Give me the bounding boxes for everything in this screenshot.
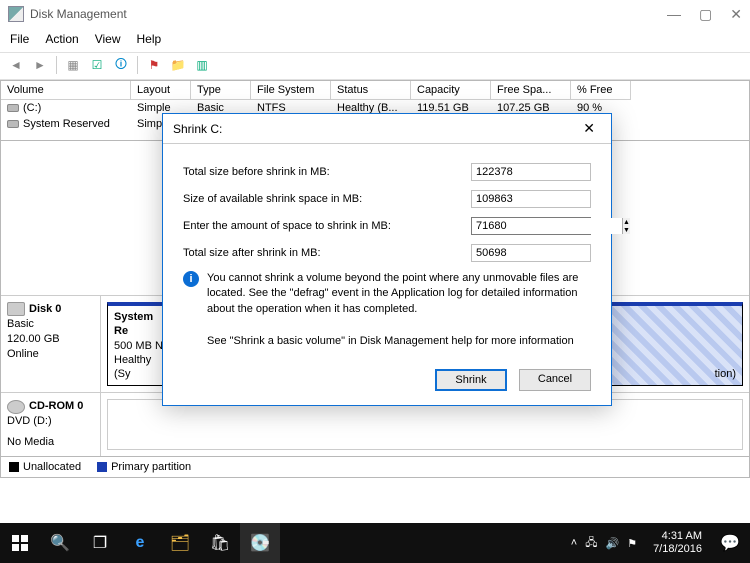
value-available-shrink: 109863 <box>471 190 591 208</box>
toolbar-icon-1[interactable]: ▦ <box>63 55 83 75</box>
nav-back-icon[interactable]: ◄ <box>6 55 26 75</box>
col-capacity[interactable]: Capacity <box>411 81 491 100</box>
partition-line: Healthy (Sy <box>114 354 151 380</box>
col-status[interactable]: Status <box>331 81 411 100</box>
col-layout[interactable]: Layout <box>131 81 191 100</box>
legend-primary: Primary partition <box>111 461 191 473</box>
cdrom-info[interactable]: CD-ROM 0 DVD (D:) No Media <box>1 393 101 456</box>
col-freespace[interactable]: Free Spa... <box>491 81 571 100</box>
disk0-label: Disk 0 <box>29 302 61 317</box>
partition-line: tion) <box>715 367 736 381</box>
label-total-before: Total size before shrink in MB: <box>183 166 471 178</box>
taskview-icon[interactable]: ❐ <box>80 523 120 563</box>
toolbar-icon-6[interactable]: ▥ <box>192 55 212 75</box>
label-enter-shrink: Enter the amount of space to shrink in M… <box>183 220 471 232</box>
menu-action[interactable]: Action <box>45 32 78 46</box>
col-volume[interactable]: Volume <box>1 81 131 100</box>
toolbar-icon-4[interactable]: ⚑ <box>144 55 164 75</box>
cdrom-drive: DVD (D:) <box>7 414 94 429</box>
tray-volume-icon[interactable]: 🔊 <box>605 537 619 550</box>
value-total-before: 122378 <box>471 163 591 181</box>
store-icon[interactable]: 🛍 <box>200 523 240 563</box>
disk0-type: Basic <box>7 317 94 332</box>
menu-bar: File Action View Help <box>0 28 750 52</box>
volume-table-header: Volume Layout Type File System Status Ca… <box>1 81 749 100</box>
disk-icon <box>7 302 25 316</box>
menu-file[interactable]: File <box>10 32 29 46</box>
spinner-down-icon[interactable]: ▼ <box>623 226 630 234</box>
cancel-button[interactable]: Cancel <box>519 369 591 391</box>
disk0-size: 120.00 GB <box>7 332 94 347</box>
edge-icon[interactable]: e <box>120 523 160 563</box>
dialog-title: Shrink C: <box>173 122 577 136</box>
dialog-info: i You cannot shrink a volume beyond the … <box>183 271 591 317</box>
dialog-close-button[interactable]: ✕ <box>577 120 601 137</box>
notifications-icon[interactable]: 💬 <box>710 523 750 563</box>
col-filesystem[interactable]: File System <box>251 81 331 100</box>
toolbar: ◄ ► ▦ ☑ 🛈 ⚑ 📁 ▥ <box>0 52 750 80</box>
cdrom-empty-area <box>107 399 743 450</box>
taskbar-time: 4:31 AM <box>653 530 702 543</box>
taskbar-clock[interactable]: 4:31 AM 7/18/2016 <box>645 530 710 556</box>
spinner-up-icon[interactable]: ▲ <box>623 218 630 226</box>
volume-name: System Reserved <box>23 118 110 130</box>
label-available-shrink: Size of available shrink space in MB: <box>183 193 471 205</box>
disk0-info[interactable]: Disk 0 Basic 120.00 GB Online <box>1 296 101 392</box>
legend-unallocated: Unallocated <box>23 461 81 473</box>
explorer-icon[interactable]: 🗂 <box>160 523 200 563</box>
label-total-after: Total size after shrink in MB: <box>183 247 471 259</box>
value-total-after: 50698 <box>471 244 591 262</box>
start-button[interactable] <box>0 523 40 563</box>
cdrom-label: CD-ROM 0 <box>29 399 83 414</box>
volume-icon <box>7 104 19 112</box>
col-pctfree[interactable]: % Free <box>571 81 631 100</box>
dialog-titlebar: Shrink C: ✕ <box>163 114 611 143</box>
toolbar-divider <box>137 56 138 74</box>
window-title: Disk Management <box>30 7 667 21</box>
tray-flag-icon[interactable]: ⚑ <box>627 537 637 550</box>
shrink-amount-input[interactable] <box>472 218 622 234</box>
toolbar-icon-5[interactable]: 📁 <box>168 55 188 75</box>
tray-chevron-up-icon[interactable]: ˄ <box>571 537 577 549</box>
window-minimize-button[interactable]: — <box>667 6 681 23</box>
info-icon: i <box>183 271 199 287</box>
legend-swatch-primary <box>97 462 107 472</box>
diskmgmt-taskbar-icon[interactable]: 💽 <box>240 523 280 563</box>
toolbar-icon-2[interactable]: ☑ <box>87 55 107 75</box>
partition-title: System Re <box>114 311 153 337</box>
menu-view[interactable]: View <box>95 32 121 46</box>
volume-name: (C:) <box>23 102 41 114</box>
dialog-help-text: See "Shrink a basic volume" in Disk Mana… <box>207 335 591 347</box>
window-close-button[interactable]: ✕ <box>730 6 742 23</box>
taskbar: 🔍 ❐ e 🗂 🛍 💽 ˄ 🖧 🔊 ⚑ 4:31 AM 7/18/2016 💬 <box>0 523 750 563</box>
optical-icon <box>7 400 25 414</box>
window-maximize-button[interactable]: ▢ <box>699 6 712 23</box>
tray-network-icon[interactable]: 🖧 <box>585 534 597 553</box>
shrink-dialog: Shrink C: ✕ Total size before shrink in … <box>162 113 612 406</box>
toolbar-icon-3[interactable]: 🛈 <box>111 55 131 75</box>
legend: Unallocated Primary partition <box>0 457 750 478</box>
col-type[interactable]: Type <box>191 81 251 100</box>
toolbar-divider <box>56 56 57 74</box>
info-text: You cannot shrink a volume beyond the po… <box>207 271 591 317</box>
shrink-amount-spinner[interactable]: ▲ ▼ <box>471 217 591 235</box>
shrink-button[interactable]: Shrink <box>435 369 507 391</box>
taskbar-date: 7/18/2016 <box>653 543 702 556</box>
window-titlebar: Disk Management — ▢ ✕ <box>0 0 750 28</box>
cdrom-media: No Media <box>7 435 94 450</box>
legend-swatch-unallocated <box>9 462 19 472</box>
menu-help[interactable]: Help <box>137 32 162 46</box>
disk0-state: Online <box>7 347 94 362</box>
app-icon <box>8 6 24 22</box>
search-icon[interactable]: 🔍 <box>40 523 80 563</box>
volume-icon <box>7 120 19 128</box>
nav-forward-icon[interactable]: ► <box>30 55 50 75</box>
